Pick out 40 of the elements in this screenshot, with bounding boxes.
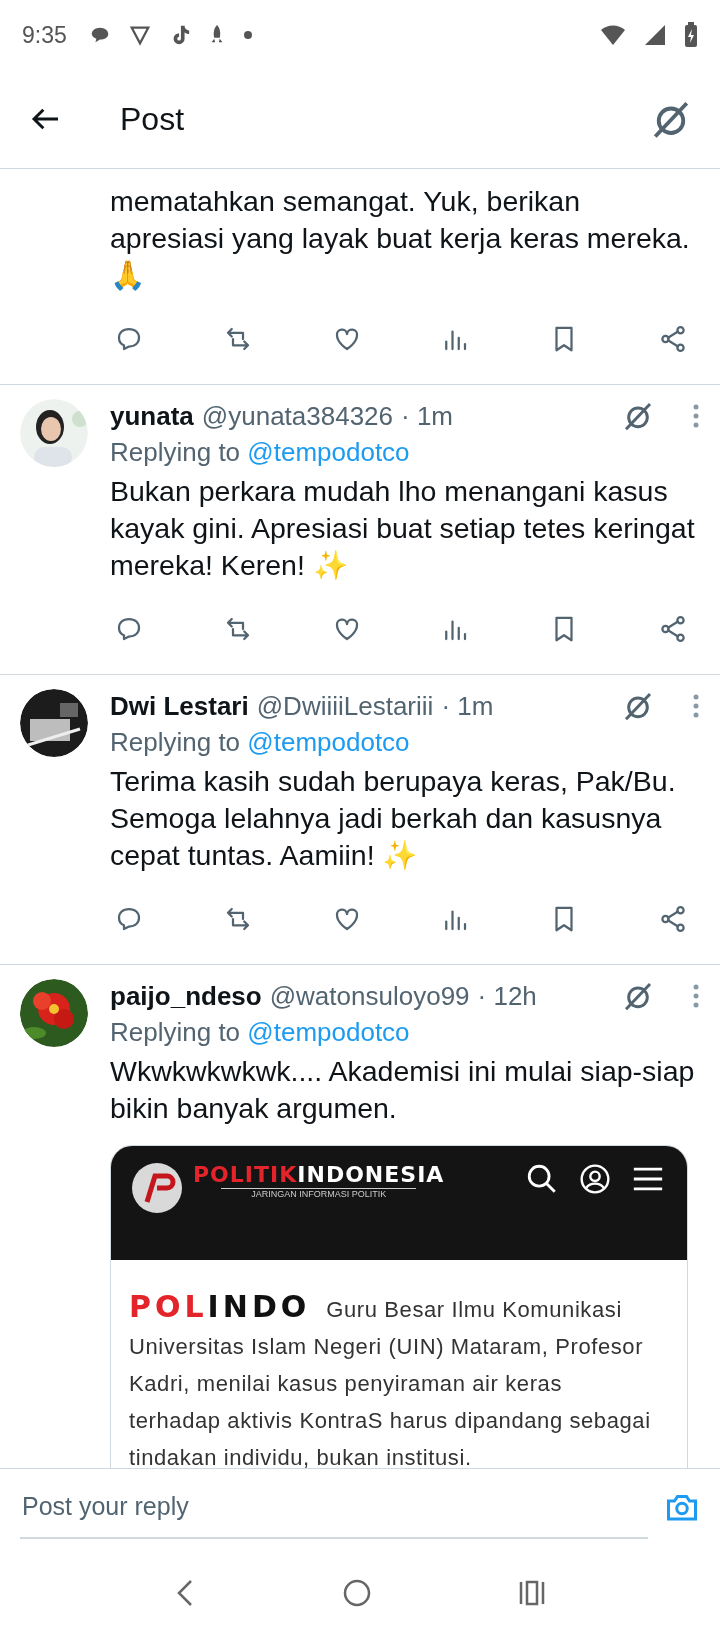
share-icon[interactable] xyxy=(658,614,688,644)
post-text: mematahkan semangat. Yuk, berikan apresiasi yang layak buat kerja keras mereka. 🙏 xyxy=(110,184,691,293)
post-text: Bukan perkara mudah lho menangani kasus kayak gini. Apresiasi buat setiap tetes keringat mereka! Keren! ✨ xyxy=(110,474,696,583)
shield-icon xyxy=(128,24,151,46)
author-handle: @yunata384326 xyxy=(201,400,394,432)
user-icon xyxy=(579,1163,611,1195)
site-logo-text: POLITIKINDONESIA xyxy=(193,1162,445,1187)
link-preview-card[interactable] xyxy=(110,1145,688,1468)
replying-to-text: Replying to @tempodotco xyxy=(110,726,411,759)
home-nav-icon[interactable] xyxy=(342,1577,372,1608)
dot-icon xyxy=(242,30,253,40)
site-tagline: JARINGAN INFORMASI POLITIK xyxy=(221,1188,417,1199)
share-icon[interactable] xyxy=(658,324,688,354)
logo-icon xyxy=(131,1162,183,1214)
author-name[interactable]: Dwi Lestari xyxy=(110,690,249,722)
post-time: · 1m xyxy=(441,690,494,722)
slashed-circle-icon[interactable] xyxy=(622,690,654,722)
signal-icon xyxy=(644,24,666,46)
post-text: Wkwkwkwkwk.... Akademisi ini mulai siap-siap bikin banyak argumen. xyxy=(110,1054,696,1126)
post-text: Terima kasih sudah berupaya keras, Pak/Bu. Semoga lelahnya jadi berkah dan kasusnya cepat tuntas. Aamiin! ✨ xyxy=(110,764,677,873)
article-excerpt: POL INDO Guru Besar Ilmu Komunikasi Universitas Islam Negeri (UIN) Mataram, Profesor Kadri, menilai kasus penyiraman air keras terhadap aktivis KontraS harus dipandang sebagai tindakan individu, bukan institusi. xyxy=(129,1288,652,1468)
more-options-icon[interactable] xyxy=(692,983,700,1009)
author-handle: @watonsuloyo99 xyxy=(269,980,470,1012)
author-handle: @DwiiiiLestariii xyxy=(256,690,434,722)
post-time: · 1m xyxy=(401,400,454,432)
status-time: 9:35 xyxy=(22,21,67,49)
author-name[interactable]: paijo_ndeso xyxy=(110,980,262,1012)
post-time: · 12h xyxy=(477,980,537,1012)
replying-to-text: Replying to @tempodotco xyxy=(110,1016,411,1049)
slashed-circle-icon[interactable] xyxy=(622,400,654,432)
page-title: Post xyxy=(120,100,185,138)
author-name[interactable]: yunata xyxy=(110,400,194,432)
replying-to-text: Replying to @tempodotco xyxy=(110,436,411,469)
wifi-icon xyxy=(600,24,626,46)
slashed-circle-icon[interactable] xyxy=(622,980,654,1012)
battery-icon xyxy=(684,22,698,48)
more-options-icon[interactable] xyxy=(692,403,700,429)
share-icon[interactable] xyxy=(658,904,688,934)
search-icon xyxy=(525,1162,559,1196)
more-options-icon[interactable] xyxy=(692,693,700,719)
